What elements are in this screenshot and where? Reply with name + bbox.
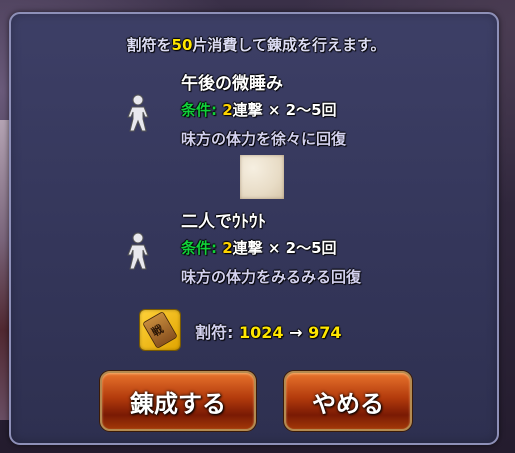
skill-1-title: 午後の微睡み bbox=[181, 74, 283, 94]
skill-2-title: 二人でｳﾄｳﾄ bbox=[181, 212, 266, 232]
skill-2-description: 味方の体力をみるみる回復 bbox=[181, 268, 362, 286]
figure-icon bbox=[127, 232, 149, 270]
skill-1-condition: 条件: 2連撃 × 2〜5回 bbox=[181, 99, 337, 120]
skill-2-condition-count: 2 bbox=[222, 239, 233, 257]
skill-2-condition-rest: 連撃 × 2〜5回 bbox=[232, 239, 337, 257]
skill-1-description: 味方の体力を徐々に回復 bbox=[181, 130, 347, 148]
skill-2-condition: 条件: 2連撃 × 2〜5回 bbox=[181, 237, 337, 258]
craft-button[interactable]: 錬成する bbox=[100, 371, 256, 431]
skill-1-condition-label: 条件: bbox=[181, 101, 217, 119]
header-prefix: 割符を bbox=[126, 36, 172, 54]
header-amount: 50 bbox=[171, 36, 193, 54]
tally-token-glyph: 戦 bbox=[149, 322, 166, 340]
skill-1-condition-count: 2 bbox=[222, 101, 233, 119]
dialog-header: 割符を50片消費して錬成を行えます。 bbox=[11, 34, 501, 55]
craft-dialog: 割符を50片消費して錬成を行えます。 午後の微睡み 条件: 2連撃 × 2〜5回… bbox=[9, 12, 499, 445]
tally-after: 974 bbox=[308, 323, 342, 342]
cancel-button-label: やめる bbox=[312, 389, 384, 418]
skill-1-condition-rest: 連撃 × 2〜5回 bbox=[232, 101, 337, 119]
skill-2-condition-label: 条件: bbox=[181, 239, 217, 257]
tally-count: 割符: 1024 → 974 bbox=[195, 319, 341, 343]
header-suffix: 片消費して錬成を行えます。 bbox=[192, 36, 386, 54]
tally-before: 1024 bbox=[238, 323, 284, 342]
figure-icon bbox=[127, 94, 149, 132]
tally-arrow: → bbox=[289, 323, 303, 342]
scroll-icon bbox=[240, 155, 284, 199]
craft-button-label: 錬成する bbox=[130, 389, 226, 418]
tally-label: 割符: bbox=[195, 323, 234, 342]
cancel-button[interactable]: やめる bbox=[284, 371, 412, 431]
tally-token-icon: 戦 bbox=[140, 310, 180, 350]
